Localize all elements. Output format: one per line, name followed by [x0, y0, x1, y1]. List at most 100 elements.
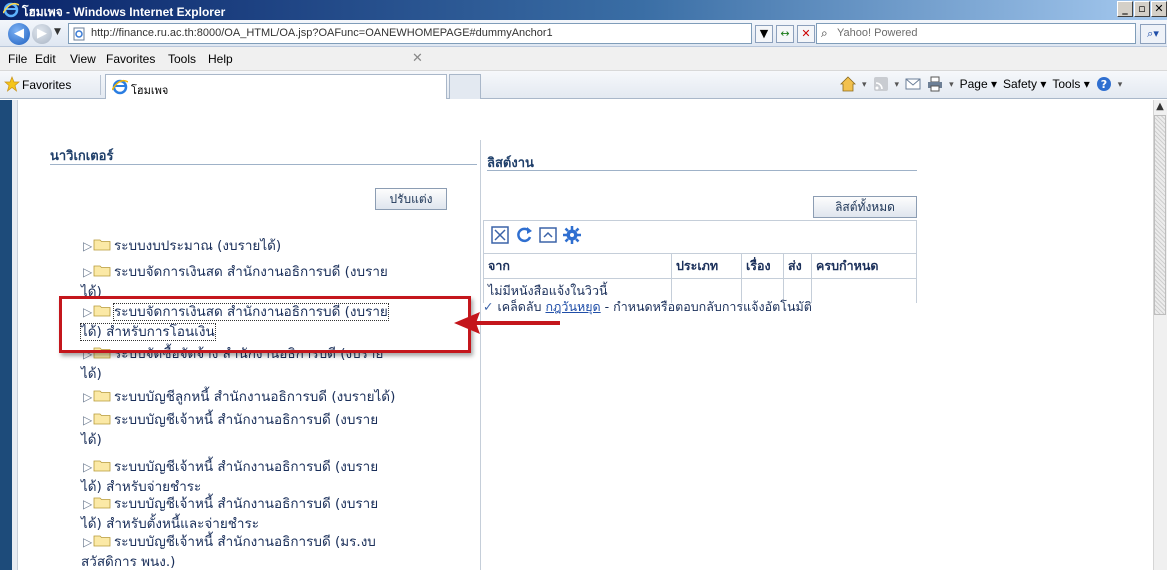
search-placeholder: Yahoo! Powered	[837, 27, 918, 39]
column-header-type[interactable]: ประเภท	[671, 253, 742, 279]
menu-tools[interactable]: Tools	[168, 52, 196, 66]
full-list-button[interactable]: ลิสต์ทั้งหมด	[813, 196, 917, 218]
navigator-item[interactable]: ▷ ระบบบัญชีเจ้าหนี้ สำนักงานอธิการบดี (งบ…	[81, 410, 458, 450]
menu-favorites[interactable]: Favorites	[106, 52, 155, 66]
favorites-bar: Favorites โฮมเพจ ▾ ▾ ▾ Page ▾ Safety ▾ T…	[0, 71, 1167, 99]
search-icon: ⌕	[821, 26, 828, 40]
left-frame-inner	[12, 100, 18, 570]
navigator-item[interactable]: ▷ ระบบบัญชีเจ้าหนี้ สำนักงานอธิการบดี (มร…	[81, 532, 458, 570]
expand-chevron-icon[interactable]: ▷	[83, 262, 93, 282]
expand-chevron-icon[interactable]: ▷	[83, 387, 93, 407]
expand-chevron-icon[interactable]: ▷	[83, 236, 93, 256]
navigator-item-label-cont: ได้) สำหรับตั้งหนี้และจ่ายชำระ	[81, 516, 260, 532]
history-dropdown-icon[interactable]: ▼	[54, 27, 61, 37]
navigator-item-label-cont: สวัสดิการ พนง.)	[81, 554, 176, 570]
address-bar: ◀ ▶ ▼ http://finance.ru.ac.th:8000/OA_HT…	[0, 20, 1167, 47]
safety-menu[interactable]: Safety ▾	[1003, 77, 1046, 91]
favorites-label[interactable]: Favorites	[22, 78, 71, 92]
menu-edit[interactable]: Edit	[35, 52, 56, 66]
navigator-item[interactable]: ▷ ระบบบัญชีลูกหนี้ สำนักงานอธิการบดี (งบร…	[83, 387, 458, 407]
forward-button[interactable]: ▶	[32, 24, 52, 44]
page-content: นาวิเกเตอร์ ปรับแต่ง ▷ ระบบงบประมาณ (งบรา…	[0, 100, 1167, 570]
navigator-item[interactable]: ▷ ระบบบัญชีเจ้าหนี้ สำนักงานอธิการบดี (งบ…	[81, 494, 458, 534]
browser-tab-active[interactable]: โฮมเพจ	[105, 74, 447, 99]
dropdown-chevron-icon[interactable]: ▾	[949, 79, 954, 90]
tip-text: - กำหนดหรือตอบกลับการแจ้งอัตโนมัติ	[600, 299, 812, 314]
expand-chevron-icon[interactable]: ▷	[83, 410, 93, 430]
folder-icon	[93, 413, 111, 425]
settings-gear-icon[interactable]	[562, 225, 582, 245]
navigator-item-label: ระบบบัญชีเจ้าหนี้ สำนักงานอธิการบดี (มร.…	[114, 534, 376, 550]
close-menubar-icon[interactable]: ✕	[412, 50, 423, 66]
navigator-item-label-cont: ได้)	[81, 366, 102, 382]
navigator-item-label-cont: ได้)	[81, 432, 102, 448]
expand-chevron-icon[interactable]: ▷	[83, 494, 93, 514]
close-window-button[interactable]: ✕	[1151, 1, 1167, 17]
window-title-bar: โฮมเพจ - Windows Internet Explorer _ ▫ ✕	[0, 0, 1167, 20]
column-header-sent[interactable]: ส่ง	[783, 253, 812, 279]
compatibility-view-icon[interactable]: ↔	[776, 25, 794, 43]
navigator-item[interactable]: ▷ ระบบบัญชีเจ้าหนี้ สำนักงานอธิการบดี (งบ…	[81, 457, 458, 497]
navigator-item-label: ระบบงบประมาณ (งบรายได้)	[114, 238, 282, 254]
favorites-star-icon[interactable]	[4, 76, 20, 92]
print-icon[interactable]	[927, 76, 943, 92]
feeds-icon[interactable]	[873, 76, 889, 92]
dropdown-chevron-icon[interactable]: ▾	[1118, 79, 1123, 90]
home-icon[interactable]	[840, 76, 856, 92]
menu-help[interactable]: Help	[208, 52, 233, 66]
reassign-icon[interactable]	[538, 225, 558, 245]
annotation-highlight-box	[59, 296, 471, 353]
expand-chevron-icon[interactable]: ▷	[83, 457, 93, 477]
folder-icon	[93, 390, 111, 402]
navigator-title: นาวิเกเตอร์	[50, 149, 114, 164]
worklist-toolbar	[483, 220, 917, 253]
column-header-subject[interactable]: เรื่อง	[741, 253, 784, 279]
help-icon[interactable]: ?	[1096, 76, 1112, 92]
page-icon	[73, 27, 85, 41]
toolbar-separator	[100, 75, 101, 95]
scrollbar-thumb[interactable]	[1154, 115, 1166, 315]
navigator-item[interactable]: ▷ ระบบงบประมาณ (งบรายได้)	[83, 236, 458, 256]
left-frame-border	[0, 100, 12, 570]
menu-file[interactable]: File	[8, 52, 27, 66]
navigator-item-label: ระบบบัญชีเจ้าหนี้ สำนักงานอธิการบดี (งบร…	[114, 496, 379, 512]
empty-cell	[811, 278, 917, 303]
folder-icon	[93, 265, 111, 277]
search-go-button[interactable]: ⌕▾	[1140, 24, 1166, 44]
menu-bar: File Edit View Favorites Tools Help ✕	[0, 47, 1167, 71]
navigator-title-underline	[50, 164, 477, 165]
dropdown-chevron-icon[interactable]: ▾	[862, 79, 867, 90]
column-header-due[interactable]: ครบกำหนด	[811, 253, 917, 279]
folder-icon	[93, 497, 111, 509]
annotation-arrow-icon	[454, 312, 560, 334]
url-dropdown-button[interactable]: ▼	[755, 25, 773, 43]
back-button[interactable]: ◀	[8, 23, 30, 45]
expand-chevron-icon[interactable]: ▷	[83, 532, 93, 552]
expand-icon[interactable]	[490, 225, 510, 245]
page-menu[interactable]: Page ▾	[960, 77, 997, 91]
navigator-item-label: ระบบบัญชีเจ้าหนี้ สำนักงานอธิการบดี (งบร…	[114, 459, 379, 475]
column-header-from[interactable]: จาก	[483, 253, 672, 279]
tools-menu[interactable]: Tools ▾	[1052, 77, 1089, 91]
panel-divider	[480, 140, 481, 570]
stop-icon[interactable]: ✕	[797, 25, 815, 43]
scroll-up-arrow-icon[interactable]: ▲	[1153, 100, 1167, 114]
svg-text:?: ?	[1101, 78, 1107, 91]
dropdown-chevron-icon[interactable]: ▾	[895, 79, 900, 90]
new-tab-button[interactable]	[449, 74, 481, 99]
navigator-item-label: ระบบบัญชีลูกหนี้ สำนักงานอธิการบดี (งบรา…	[114, 389, 396, 405]
navigator-item-label-cont: ได้) สำหรับจ่ายชำระ	[81, 479, 202, 495]
refresh-icon[interactable]	[514, 225, 534, 245]
internet-explorer-icon	[3, 2, 19, 18]
folder-icon	[93, 460, 111, 472]
customize-button[interactable]: ปรับแต่ง	[375, 188, 447, 210]
worklist-header-row: จาก ประเภท เรื่อง ส่ง ครบกำหนด	[483, 253, 917, 279]
minimize-button[interactable]: _	[1117, 1, 1133, 17]
window-controls: _ ▫ ✕	[1117, 1, 1167, 17]
url-input[interactable]: http://finance.ru.ac.th:8000/OA_HTML/OA.…	[68, 23, 752, 44]
maximize-button[interactable]: ▫	[1134, 1, 1150, 17]
mail-icon[interactable]	[905, 76, 921, 92]
search-input[interactable]: ⌕ Yahoo! Powered	[816, 23, 1136, 44]
folder-icon	[93, 239, 111, 251]
menu-view[interactable]: View	[70, 52, 96, 66]
